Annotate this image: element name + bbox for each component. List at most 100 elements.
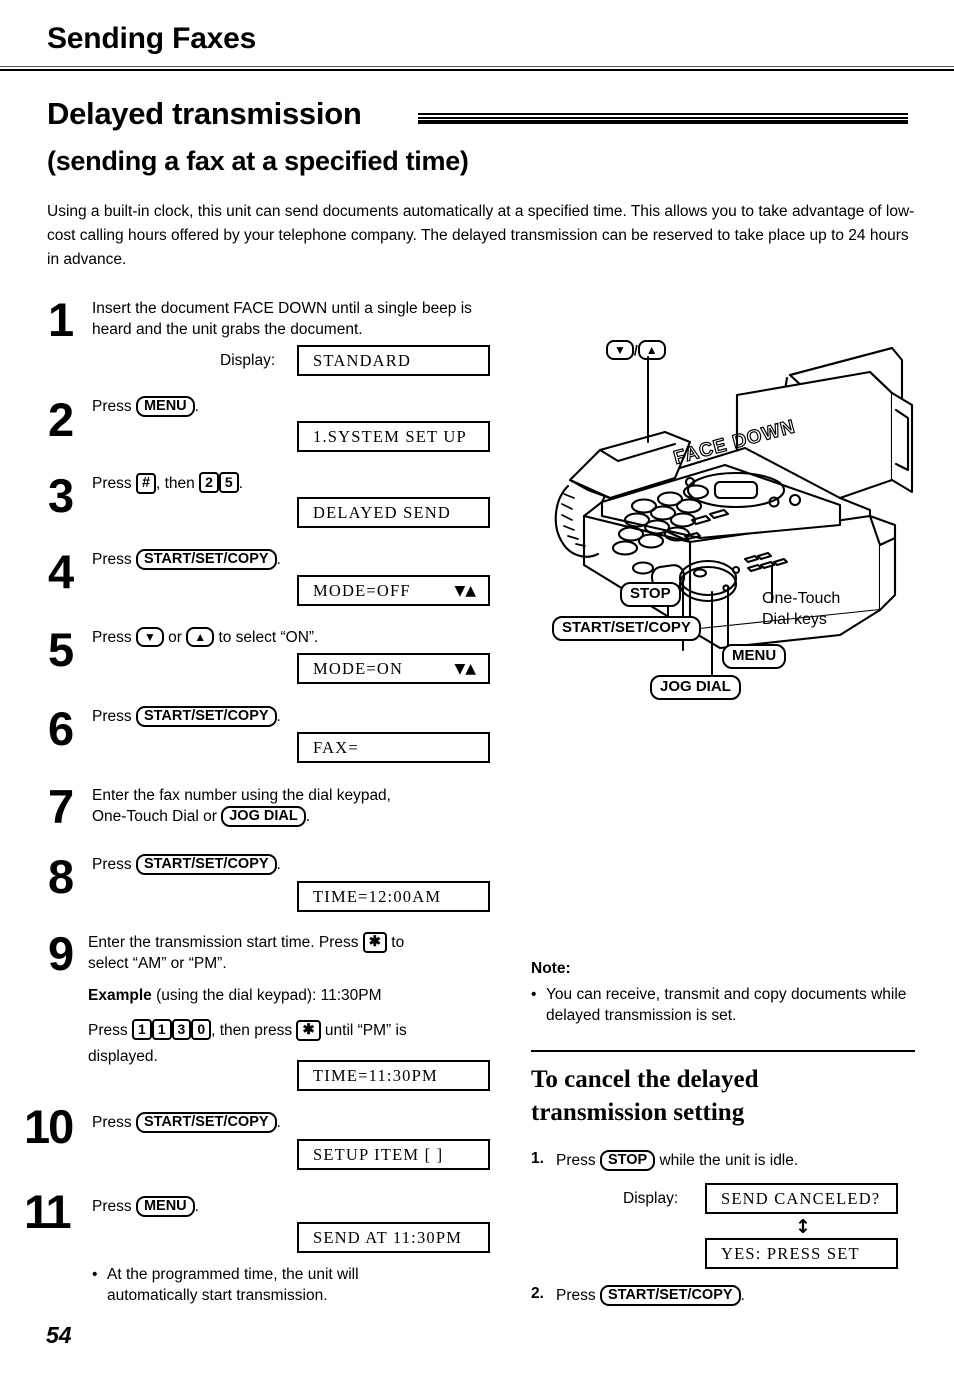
key-up-arrow[interactable]: ▲ (186, 627, 215, 647)
bullet-dot-icon: • (92, 1266, 98, 1283)
cancel-section-title: To cancel the delayed transmission setti… (531, 1063, 871, 1129)
key-digit-2[interactable]: 2 (199, 472, 219, 493)
press-word: Press (92, 1114, 132, 1131)
lcd-text: TIME=11:30PM (313, 1065, 438, 1085)
lcd-arrows-icon: ▼▲ (454, 582, 476, 599)
example-rest: (using the dial keypad): 11:30PM (156, 987, 382, 1004)
section-divider-rule (531, 1050, 915, 1052)
step-number-1: 1 (48, 293, 74, 346)
note-bullet: • You can receive, transmit and copy doc… (531, 984, 931, 1026)
lcd-text: MODE=ON (313, 658, 404, 678)
step-9-to: to (391, 934, 405, 951)
lcd-display-10: SETUP ITEM [ ] (297, 1139, 490, 1170)
lcd-text: SEND AT 11:30PM (313, 1227, 463, 1247)
callout-stop[interactable]: STOP (620, 582, 681, 607)
step-number-3: 3 (48, 469, 74, 522)
callout-start-set-copy[interactable]: START/SET/COPY (552, 616, 701, 641)
cancel-step-1-tail: while the unit is idle. (659, 1152, 799, 1169)
lcd-text: DELAYED SEND (313, 502, 451, 522)
lcd-text: YES: PRESS SET (721, 1243, 860, 1263)
key-start-set-copy[interactable]: START/SET/COPY (135, 706, 277, 727)
step-text-6: Press START/SET/COPY. (92, 706, 281, 727)
press-word: Press (92, 856, 132, 873)
key-menu[interactable]: MENU (135, 1196, 195, 1217)
step-11-bullet: • At the programmed time, the unit will … (92, 1264, 432, 1306)
key-start-set-copy[interactable]: START/SET/COPY (599, 1285, 741, 1306)
cancel-step-2-number: 2. (531, 1285, 544, 1302)
lcd-text: FAX= (313, 737, 359, 757)
page-number: 54 (46, 1322, 72, 1348)
press-word: Press (92, 475, 132, 492)
step-11-bullet-text: At the programmed time, the unit will au… (107, 1266, 359, 1304)
one-touch-dial-keys-label: One-Touch Dial keys (762, 588, 840, 630)
fax-machine-illustration: FACE DOWN ▼ / ▲ STOP START/SET/COPY MENU J… (540, 330, 950, 705)
lcd-display-9: TIME=11:30PM (297, 1060, 490, 1091)
key-hash[interactable]: # (135, 473, 157, 494)
lcd-arrows-icon: ▼▲ (454, 660, 476, 677)
step-number-9: 9 (48, 927, 74, 980)
step-number-2: 2 (48, 393, 74, 446)
lcd-display-8: TIME=12:00AM (297, 881, 490, 912)
key-start-set-copy[interactable]: START/SET/COPY (135, 854, 277, 875)
up-down-swap-arrow-icon: ↕ (795, 1216, 811, 1238)
key-menu[interactable]: MENU (135, 396, 195, 417)
callout-menu[interactable]: MENU (722, 644, 787, 669)
step-number-7: 7 (48, 780, 74, 833)
press-word: Press (88, 1022, 128, 1039)
key-up-arrow-icon[interactable]: ▲ (637, 340, 666, 360)
key-star[interactable]: ✱ (296, 1020, 321, 1041)
period: . (276, 551, 281, 568)
step-text-5: Press ▼ or ▲ to select “ON”. (92, 627, 318, 648)
step-9-line1: Enter the transmission start time. Press (88, 934, 359, 951)
then-press-word: , then press (211, 1022, 293, 1039)
then-word: , then (156, 475, 195, 492)
lcd-display-4: MODE=OFF ▼▲ (297, 575, 490, 606)
lcd-text: MODE=OFF (313, 580, 411, 600)
until-text: until “PM” is (324, 1022, 407, 1039)
note-bullet-row: • You can receive, transmit and copy doc… (531, 984, 931, 1026)
key-jog-dial[interactable]: JOG DIAL (221, 806, 306, 827)
step-text-7: Enter the fax number using the dial keyp… (92, 785, 492, 827)
step-text-9: Enter the transmission start time. Press… (88, 932, 503, 974)
step-text-1: Insert the document FACE DOWN until a si… (92, 300, 472, 338)
step-number-10: 10 (24, 1100, 74, 1153)
cancel-lcd-1: SEND CANCELED? (705, 1183, 898, 1214)
lcd-text: 1.SYSTEM SET UP (313, 426, 467, 446)
key-digit-1b[interactable]: 1 (151, 1019, 172, 1040)
period: . (194, 398, 199, 415)
step-text-10: Press START/SET/COPY. (92, 1112, 281, 1133)
displayed-text: displayed. (88, 1048, 158, 1065)
key-digit-5[interactable]: 5 (218, 472, 239, 493)
step-9-example: Example (using the dial keypad): 11:30PM (88, 985, 508, 1006)
press-word: Press (92, 398, 132, 415)
key-start-set-copy[interactable]: START/SET/COPY (135, 549, 277, 570)
or-word: or (168, 629, 182, 646)
press-word: Press (556, 1287, 596, 1304)
lcd-display-6: FAX= (297, 732, 490, 763)
key-digit-0[interactable]: 0 (191, 1019, 212, 1040)
step-number-11: 11 (24, 1185, 72, 1238)
note-bullet-text: You can receive, transmit and copy docum… (546, 986, 907, 1024)
period: . (276, 1114, 281, 1131)
key-digit-3[interactable]: 3 (171, 1019, 192, 1040)
one-touch-line1: One-Touch (762, 590, 841, 607)
key-down-arrow-icon[interactable]: ▼ (606, 340, 634, 360)
lcd-text: SEND CANCELED? (721, 1188, 881, 1208)
bullet-dot-icon: • (531, 986, 537, 1003)
display-label-1: Display: (220, 352, 276, 369)
callout-jog-dial[interactable]: JOG DIAL (650, 675, 741, 700)
key-digit-1a[interactable]: 1 (131, 1019, 152, 1040)
step-text-3: Press #, then 25. (92, 472, 243, 494)
note-heading: Note: (531, 960, 571, 977)
key-start-set-copy[interactable]: START/SET/COPY (135, 1112, 277, 1133)
key-star[interactable]: ✱ (362, 932, 387, 953)
lcd-display-11: SEND AT 11:30PM (297, 1222, 490, 1253)
cancel-title-line1: To cancel the delayed (531, 1066, 759, 1093)
lcd-text: SETUP ITEM [ ] (313, 1144, 444, 1164)
manual-page: Sending Faxes Delayed transmission (send… (0, 0, 954, 1376)
lcd-text: STANDARD (313, 350, 412, 370)
key-down-arrow[interactable]: ▼ (135, 627, 164, 647)
press-word: Press (92, 551, 132, 568)
key-stop[interactable]: STOP (599, 1150, 656, 1171)
period: . (740, 1287, 745, 1304)
